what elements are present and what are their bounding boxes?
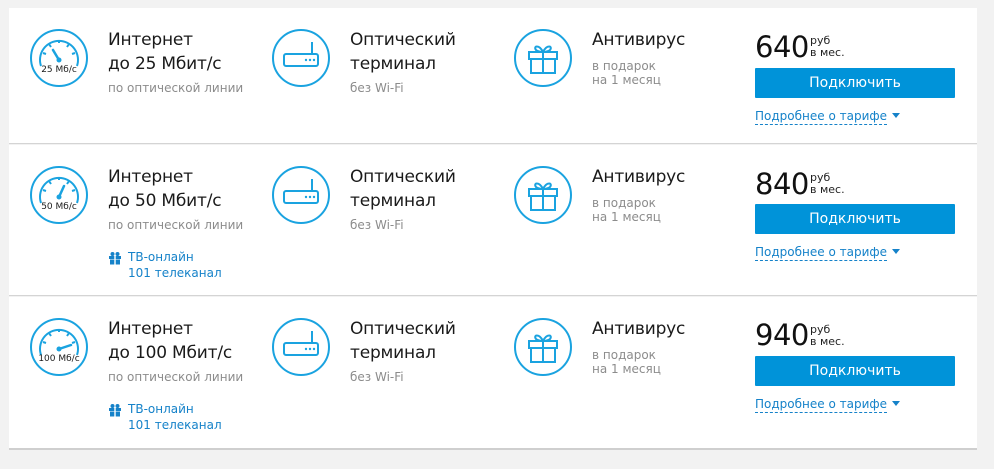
tariff-details-label: Подробнее о тарифе: [755, 397, 888, 411]
internet-title-line-1: Интернет: [108, 30, 193, 50]
tv-online-label: ТВ-онлайн: [128, 250, 194, 264]
speed-badge: 50 Мб/с: [41, 202, 77, 212]
antivirus-subtitle-line-2: на 1 месяц: [592, 73, 661, 87]
price-value: 940: [755, 318, 809, 352]
internet-title-line-2: до 100 Мбит/с: [108, 343, 232, 363]
tv-online-label: ТВ-онлайн: [128, 402, 194, 416]
speedometer-icon: [29, 317, 89, 377]
gift-small-icon: [109, 252, 121, 265]
price-unit-currency: руб: [810, 34, 831, 47]
tariff-card-25: 25 Мб/с Интернет до 25 Мбит/с по оптичес…: [9, 8, 977, 144]
tariff-card-100: 100 Мб/с Интернет до 100 Мбит/с по оптич…: [9, 297, 977, 450]
internet-subtitle: по оптической линии: [108, 370, 244, 384]
speed-badge: 100 Мб/с: [38, 354, 80, 364]
price-unit-period: в мес.: [810, 183, 845, 196]
router-icon: [271, 317, 331, 377]
antivirus-subtitle-line-2: на 1 месяц: [592, 210, 661, 224]
connect-button[interactable]: Подключить: [755, 204, 955, 234]
price-unit-period: в мес.: [810, 335, 845, 348]
caret-down-icon: [892, 249, 901, 254]
speed-badge: 25 Мб/с: [41, 65, 77, 75]
price-unit-currency: руб: [810, 323, 831, 336]
tariff-details-link[interactable]: Подробнее о тарифе: [755, 397, 901, 413]
terminal-title-line-1: Оптический: [350, 30, 456, 50]
gift-small-icon: [109, 404, 121, 417]
internet-subtitle: по оптической линии: [108, 81, 244, 95]
antivirus-title: Антивирус: [592, 30, 686, 50]
gift-icon: [513, 317, 573, 377]
internet-subtitle: по оптической линии: [108, 218, 244, 232]
internet-title-line-1: Интернет: [108, 167, 193, 187]
caret-down-icon: [892, 401, 901, 406]
internet-title-line-1: Интернет: [108, 319, 193, 339]
tariff-details-link[interactable]: Подробнее о тарифе: [755, 109, 901, 125]
speedometer-icon: [29, 165, 89, 225]
price-unit-currency: руб: [810, 171, 831, 184]
price-value: 640: [755, 30, 809, 64]
connect-button[interactable]: Подключить: [755, 356, 955, 386]
terminal-title-line-2: терминал: [350, 343, 436, 363]
price-value: 840: [755, 167, 809, 201]
router-icon: [271, 165, 331, 225]
gift-icon: [513, 165, 573, 225]
gift-icon: [513, 28, 573, 88]
antivirus-title: Антивирус: [592, 319, 686, 339]
speedometer-icon: [29, 28, 89, 88]
terminal-subtitle: без Wi-Fi: [350, 81, 404, 95]
antivirus-subtitle-line-1: в подарок: [592, 348, 656, 362]
terminal-title-line-2: терминал: [350, 54, 436, 74]
tv-channels-count: 101 телеканал: [128, 266, 222, 280]
connect-button[interactable]: Подключить: [755, 68, 955, 98]
antivirus-subtitle-line-1: в подарок: [592, 196, 656, 210]
caret-down-icon: [892, 113, 901, 118]
antivirus-subtitle-line-1: в подарок: [592, 59, 656, 73]
antivirus-title: Антивирус: [592, 167, 686, 187]
internet-title-line-2: до 50 Мбит/с: [108, 191, 222, 211]
terminal-subtitle: без Wi-Fi: [350, 218, 404, 232]
tariff-details-label: Подробнее о тарифе: [755, 245, 888, 259]
terminal-title-line-1: Оптический: [350, 319, 456, 339]
terminal-subtitle: без Wi-Fi: [350, 370, 404, 384]
internet-title-line-2: до 25 Мбит/с: [108, 54, 222, 74]
price-unit-period: в мес.: [810, 46, 845, 59]
tariff-details-link[interactable]: Подробнее о тарифе: [755, 245, 901, 261]
tariff-card-50: 50 Мб/с Интернет до 50 Мбит/с по оптичес…: [9, 145, 977, 296]
tariff-details-label: Подробнее о тарифе: [755, 109, 888, 123]
terminal-title-line-1: Оптический: [350, 167, 456, 187]
terminal-title-line-2: терминал: [350, 191, 436, 211]
router-icon: [271, 28, 331, 88]
tv-channels-count: 101 телеканал: [128, 418, 222, 432]
antivirus-subtitle-line-2: на 1 месяц: [592, 362, 661, 376]
